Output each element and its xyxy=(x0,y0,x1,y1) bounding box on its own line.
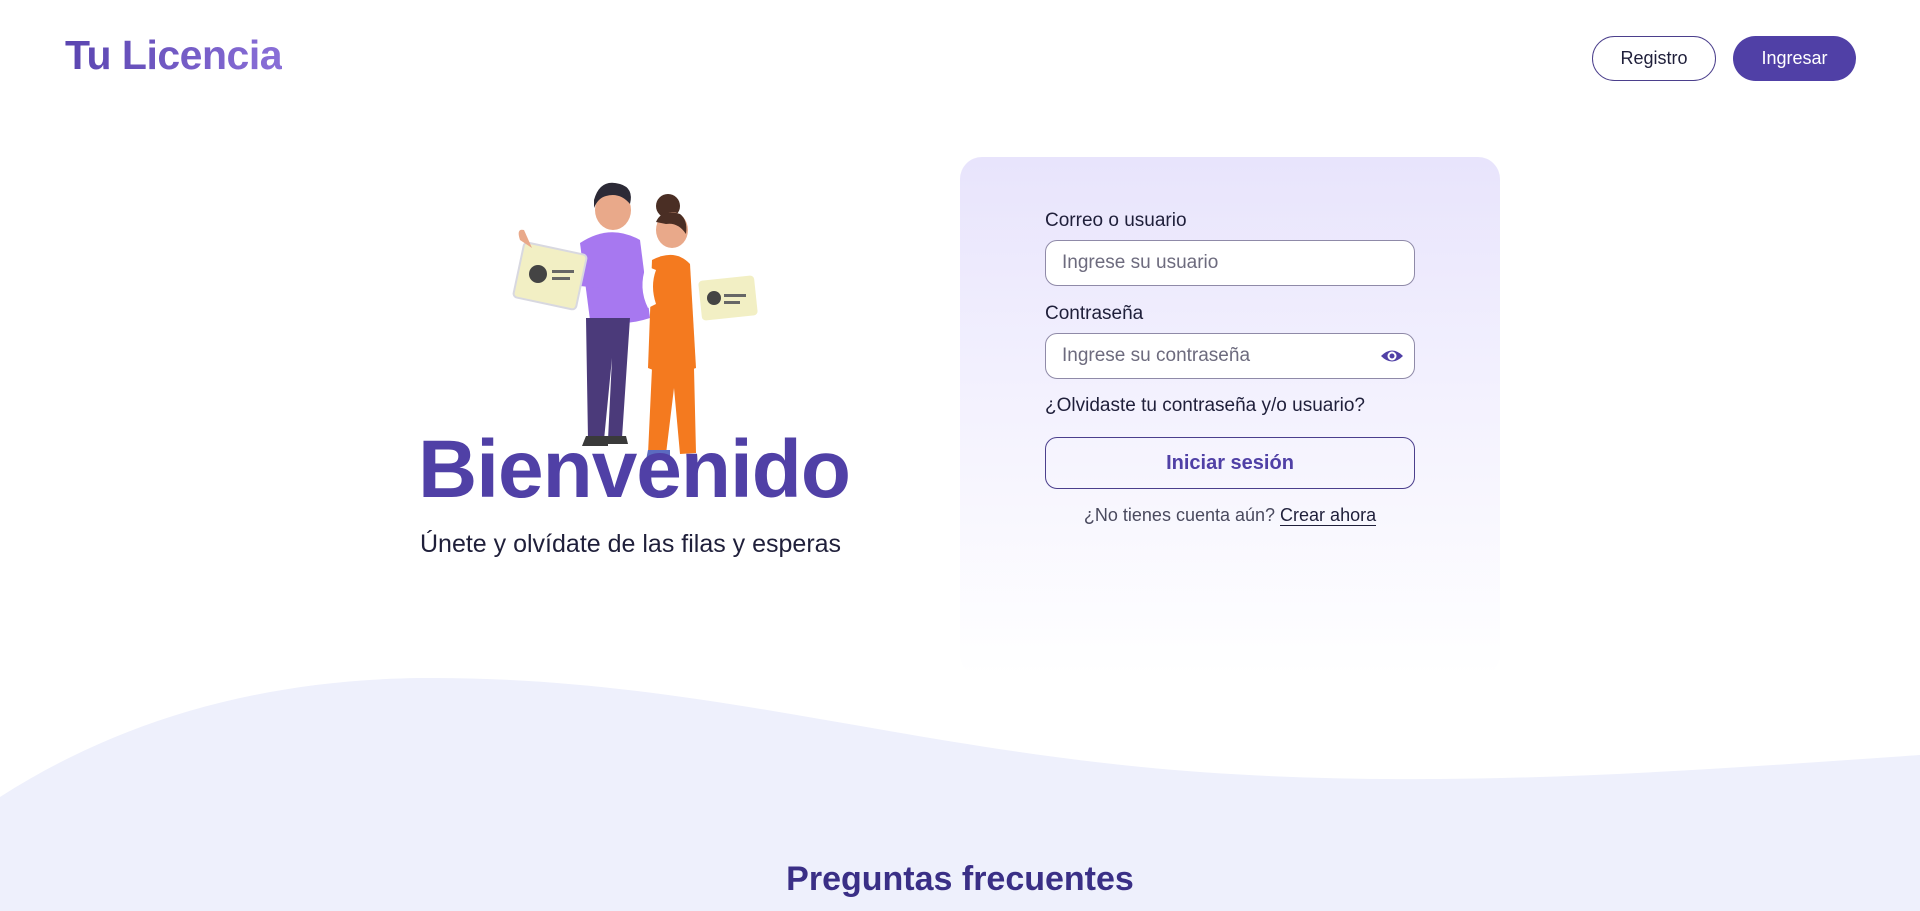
create-account-link[interactable]: Crear ahora xyxy=(1280,505,1377,526)
id-card-left xyxy=(512,229,588,311)
sign-in-button[interactable]: Iniciar sesión xyxy=(1045,437,1415,489)
site-logo[interactable]: Tu Licencia xyxy=(65,32,283,79)
login-card xyxy=(960,157,1500,677)
welcome-title: Bienvenido xyxy=(418,424,851,515)
register-button[interactable]: Registro xyxy=(1592,36,1716,81)
eye-icon[interactable] xyxy=(1380,345,1404,367)
password-input[interactable] xyxy=(1045,333,1415,379)
user-field-label: Correo o usuario xyxy=(1045,210,1187,231)
forgot-password-link[interactable]: ¿Olvidaste tu contraseña y/o usuario? xyxy=(1045,395,1365,417)
id-card-right xyxy=(698,275,758,321)
welcome-subtitle: Únete y olvídate de las filas y esperas xyxy=(420,530,842,558)
faq-title: Preguntas frecuentes xyxy=(786,860,1134,898)
signup-prompt: ¿No tienes cuenta aún? xyxy=(1083,505,1281,525)
username-input[interactable] xyxy=(1045,240,1415,286)
password-field-label: Contraseña xyxy=(1045,303,1144,324)
signup-row: ¿No tienes cuenta aún? Crear ahora xyxy=(1045,505,1415,526)
login-nav-button[interactable]: Ingresar xyxy=(1733,36,1856,81)
man-figure xyxy=(570,182,650,446)
